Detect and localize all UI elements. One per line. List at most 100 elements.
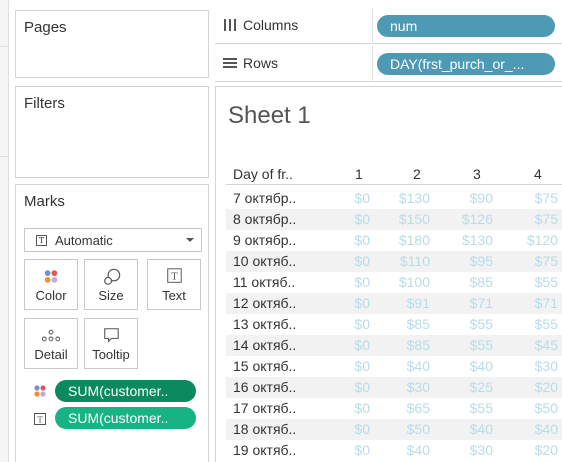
color-label: Color: [35, 288, 67, 303]
table-cell: $100: [398, 274, 430, 290]
columns-label: Columns: [243, 17, 299, 33]
table-cell: $0: [354, 421, 370, 437]
table-cell: $75: [534, 190, 558, 206]
table-cell: $150: [398, 211, 430, 227]
row-date-label[interactable]: 14 октяб..: [233, 337, 296, 353]
row-date-label[interactable]: 13 октяб..: [233, 316, 296, 332]
table-cell: $0: [354, 379, 370, 395]
color-button[interactable]: Color: [24, 259, 78, 310]
table-cell: $85: [406, 337, 430, 353]
mark-type-dropdown[interactable]: T Automatic: [24, 228, 202, 252]
table-cell: $110: [399, 253, 430, 269]
table-row[interactable]: 9 октябр.. $0 $180 $130 $120: [226, 230, 562, 251]
table-cell: $55: [469, 400, 493, 416]
chevron-down-icon: [186, 238, 194, 242]
row-date-label[interactable]: 16 октяб..: [233, 379, 296, 395]
worksheet-view[interactable]: Sheet 1 Day of fr.. 1 2 3 4 7 октябр.. $0…: [215, 86, 562, 462]
row-date-label[interactable]: 7 октябр..: [233, 190, 296, 206]
text-mark-icon: T: [36, 235, 47, 246]
table-row[interactable]: 12 октяб.. $0 $91 $71 $71: [226, 293, 562, 314]
size-label: Size: [98, 288, 124, 303]
table-cell: $75: [534, 253, 558, 269]
rows-icon: [223, 58, 237, 68]
text-encoding-icon: T: [34, 413, 46, 425]
svg-text:T: T: [37, 416, 43, 425]
text-field-pill[interactable]: SUM(customer..: [55, 407, 196, 429]
table-cell: $90: [469, 190, 493, 206]
text-button[interactable]: T Text: [147, 259, 201, 310]
table-cell: $45: [534, 337, 558, 353]
rows-field-pill[interactable]: DAY(frst_purch_or_...: [377, 53, 555, 75]
table-row[interactable]: 14 октяб.. $0 $85 $55 $45: [226, 335, 562, 356]
tooltip-label: Tooltip: [92, 347, 130, 362]
table-cell: $0: [354, 400, 370, 416]
table-cell: $71: [469, 295, 493, 311]
filters-title: Filters: [24, 95, 65, 112]
tooltip-button[interactable]: Tooltip: [84, 318, 138, 369]
table-row[interactable]: 18 октяб.. $0 $50 $40 $40: [226, 419, 562, 440]
table-cell: $30: [534, 358, 558, 374]
table-cell: $30: [469, 442, 493, 458]
columns-icon: [224, 19, 236, 31]
table-row[interactable]: 17 октяб.. $0 $65 $55 $50: [226, 398, 562, 419]
row-date-label[interactable]: 8 октябр..: [233, 211, 296, 227]
detail-label: Detail: [34, 347, 68, 362]
table-cell: $0: [354, 442, 370, 458]
table-row[interactable]: 13 октяб.. $0 $85 $55 $55: [226, 314, 562, 335]
row-date-label[interactable]: 18 октяб..: [233, 421, 296, 437]
column-header-4[interactable]: 4: [534, 166, 542, 182]
detail-button[interactable]: Detail: [24, 318, 78, 369]
mark-type-label: Automatic: [55, 233, 113, 248]
size-button[interactable]: Size: [84, 259, 138, 310]
table-cell: $180: [398, 232, 430, 248]
filters-card[interactable]: Filters: [15, 86, 209, 178]
table-cell: $75: [534, 211, 558, 227]
tooltip-icon: [104, 328, 119, 343]
sheet-title: Sheet 1: [228, 102, 311, 129]
row-date-label[interactable]: 12 октяб..: [233, 295, 296, 311]
column-header-1[interactable]: 1: [355, 166, 363, 182]
table-row[interactable]: 15 октяб.. $0 $40 $40 $30: [226, 356, 562, 377]
table-row[interactable]: 7 октябр.. $0 $130 $90 $75: [226, 188, 562, 209]
table-cell: $85: [469, 274, 493, 290]
rows-label: Rows: [243, 55, 279, 71]
column-header-2[interactable]: 2: [413, 166, 421, 182]
columns-field-pill[interactable]: num: [377, 15, 555, 37]
svg-text:T: T: [171, 271, 178, 282]
table-cell: $91: [406, 295, 430, 311]
pages-card[interactable]: Pages: [15, 10, 209, 78]
table-cell: $0: [354, 232, 370, 248]
table-row[interactable]: 8 октябр.. $0 $150 $126 $75: [226, 209, 562, 230]
table-cell: $40: [406, 358, 430, 374]
row-date-label[interactable]: 17 октяб..: [233, 400, 296, 416]
table-cell: $95: [469, 253, 493, 269]
column-header-3[interactable]: 3: [473, 166, 481, 182]
color-encoding-icon: [34, 385, 46, 397]
table-cell: $50: [534, 400, 558, 416]
table-cell: $0: [354, 316, 370, 332]
table-cell: $0: [354, 253, 370, 269]
table-cell: $0: [354, 295, 370, 311]
table-row[interactable]: 19 октяб.. $0 $40 $30 $20: [226, 440, 562, 461]
table-cell: $40: [469, 358, 493, 374]
table-cell: $0: [354, 190, 370, 206]
table-cell: $0: [354, 211, 370, 227]
row-date-label[interactable]: 19 октяб..: [233, 442, 296, 458]
row-date-label[interactable]: 9 октябр..: [233, 232, 296, 248]
row-date-label[interactable]: 10 октяб..: [233, 253, 296, 269]
table-cell: $126: [461, 211, 493, 227]
table-cell: $0: [354, 274, 370, 290]
color-field-pill[interactable]: SUM(customer..: [55, 380, 196, 402]
table-cell: $40: [406, 442, 430, 458]
row-date-label[interactable]: 15 октяб..: [233, 358, 296, 374]
table-cell: $55: [534, 274, 558, 290]
row-header[interactable]: Day of fr..: [233, 166, 293, 182]
table-cell: $0: [354, 358, 370, 374]
row-date-label[interactable]: 11 октяб..: [233, 274, 295, 290]
table-row[interactable]: 10 октяб.. $0 $110 $95 $75: [226, 251, 562, 272]
table-cell: $71: [534, 295, 558, 311]
table-cell: $55: [469, 337, 493, 353]
columns-shelf: Columns num: [215, 8, 562, 44]
table-row[interactable]: 11 октяб.. $0 $100 $85 $55: [226, 272, 562, 293]
table-row[interactable]: 16 октяб.. $0 $30 $25 $20: [226, 377, 562, 398]
